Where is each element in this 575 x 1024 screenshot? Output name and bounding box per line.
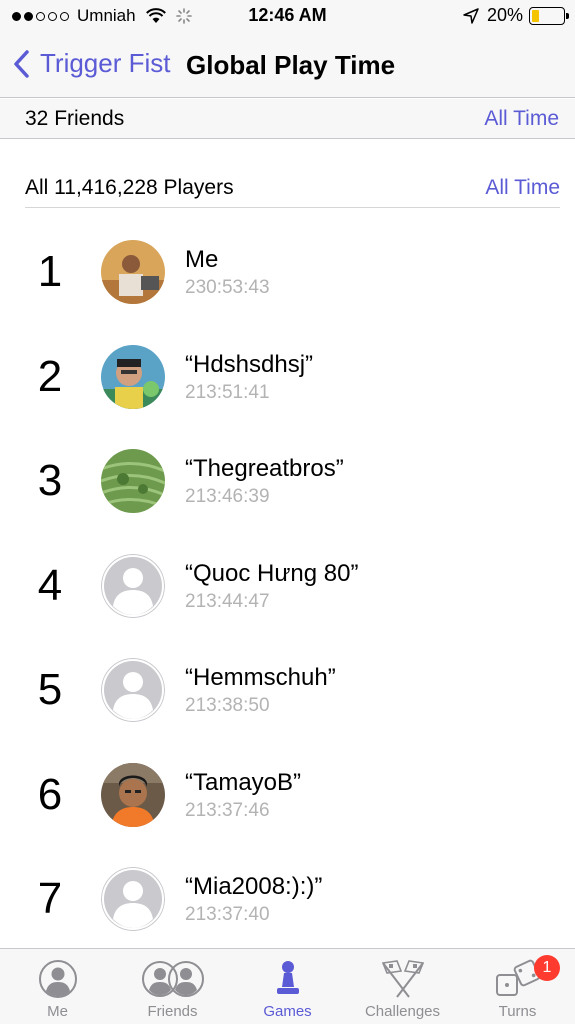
leaderboard-entry[interactable]: 3 “Thegreatbros” 213:46:39 (0, 418, 575, 523)
game-piece-icon (272, 959, 304, 1003)
status-bar: Umniah 12:46 AM 20% (0, 0, 575, 34)
person-icon (38, 959, 78, 1003)
tab-games[interactable]: Games (230, 949, 345, 1024)
play-time: 213:44:47 (185, 590, 270, 612)
tab-label: Turns (498, 1003, 537, 1020)
leaderboard-entry[interactable]: 5 “Hemmschuh” 213:38:50 (0, 627, 575, 732)
friends-count-label: 32 Friends (25, 106, 125, 130)
friends-icon (140, 959, 206, 1003)
default-avatar-icon (101, 553, 165, 618)
tab-turns[interactable]: Turns 1 (460, 949, 575, 1024)
leaderboard-list: 1 Me 230:53:43 2 “Hdshsdhsj” 213:51:41 3 “Thegr… (0, 209, 575, 941)
friends-time-filter-button[interactable]: All Time (484, 107, 559, 131)
friends-section-header: 32 Friends All Time (0, 99, 575, 139)
tab-friends[interactable]: Friends (115, 949, 230, 1024)
back-button[interactable]: Trigger Fist (12, 48, 171, 79)
crossed-flags-icon (375, 959, 431, 1003)
play-time: 213:46:39 (185, 486, 270, 507)
notification-badge: 1 (534, 955, 560, 981)
play-time: 213:51:41 (185, 381, 270, 403)
battery-percent: 20% (486, 5, 523, 25)
player-name: “Mia2008:):)” (185, 873, 323, 900)
player-name: “Quoc Hưng 80” (185, 559, 359, 587)
navigation-bar: Trigger Fist Global Play Time (0, 34, 575, 98)
rank-number: 5 (37, 665, 63, 714)
player-name: “TamayoB” (185, 768, 302, 796)
tab-label: Games (263, 1003, 312, 1020)
players-count-label: All 11,416,228 Players (25, 175, 234, 199)
player-name: “Hemmschuh” (185, 664, 336, 691)
default-avatar-icon (101, 658, 165, 722)
rank-number: 1 (37, 247, 63, 296)
leaderboard-entry[interactable]: 7 “Mia2008:):)” 213:37:40 (0, 836, 575, 941)
location-arrow-icon (463, 7, 479, 24)
players-time-filter-button[interactable]: All Time (485, 176, 560, 200)
player-name: Me (185, 246, 219, 273)
battery-icon (529, 6, 569, 25)
leaderboard-entry[interactable]: 2 “Hdshsdhsj” 213:51:41 (0, 314, 575, 419)
play-time: 230:53:43 (185, 277, 270, 298)
players-section-header: All 11,416,228 Players All Time (25, 168, 560, 208)
play-time: 213:38:50 (185, 695, 270, 716)
tab-bar: Me Friends Games Challenges Turns 1 (0, 948, 575, 1024)
back-button-label: Trigger Fist (40, 48, 171, 78)
rank-number: 4 (37, 560, 63, 610)
play-time: 213:37:40 (185, 904, 270, 925)
tab-me[interactable]: Me (0, 949, 115, 1024)
tab-label: Challenges (364, 1003, 441, 1020)
leaderboard-entry[interactable]: 1 Me 230:53:43 (0, 209, 575, 314)
default-avatar-icon (101, 867, 165, 931)
leaderboard-entry[interactable]: 4 “Quoc Hưng 80” 213:44:47 (0, 523, 575, 628)
tab-label: Friends (147, 1003, 198, 1020)
page-title: Global Play Time (186, 50, 396, 80)
play-time: 213:37:46 (185, 799, 270, 821)
player-avatar (101, 240, 165, 304)
back-chevron-icon (14, 49, 29, 78)
leaderboard-entry[interactable]: 6 “TamayoB” 213:37:46 (0, 732, 575, 837)
rank-number: 3 (37, 456, 63, 505)
rank-number: 7 (37, 874, 63, 923)
rank-number: 2 (37, 351, 63, 401)
player-avatar (101, 762, 165, 827)
player-avatar (101, 449, 165, 513)
player-name: “Hdshsdhsj” (185, 350, 314, 378)
player-avatar (101, 344, 165, 409)
tab-label: Me (47, 1003, 68, 1020)
status-right: 20% (463, 5, 569, 26)
player-name: “Thegreatbros” (185, 455, 344, 482)
tab-challenges[interactable]: Challenges (345, 949, 460, 1024)
rank-number: 6 (37, 769, 63, 819)
battery-level (532, 9, 539, 22)
